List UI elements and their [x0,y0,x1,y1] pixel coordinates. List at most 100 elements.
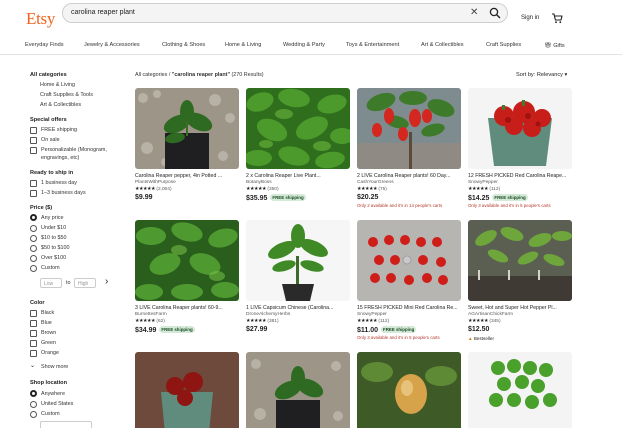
price-high-input[interactable]: High [74,278,96,288]
united-states-label[interactable]: United States [41,401,73,407]
anywhere-radio[interactable] [30,390,37,397]
product-title[interactable]: 3 LIVE Carolina Reaper plants! 60-9... [135,305,239,311]
personalizable-checkbox[interactable] [30,147,37,154]
price-submit-arrow-icon[interactable]: › [105,276,108,287]
over-100-label[interactable]: Over $100 [41,255,66,261]
color-blue-checkbox[interactable] [30,320,37,327]
shop-name[interactable]: AGArtisanChickFarm [468,312,513,317]
search-input[interactable]: carolina reaper plant [71,9,135,16]
color-green-label[interactable]: Green [41,340,56,346]
category-home-living[interactable]: Home & Living [40,82,75,88]
product-image[interactable] [357,220,461,301]
10-to-50-radio[interactable] [30,235,37,242]
over-100-radio[interactable] [30,255,37,262]
product-title[interactable]: 2 LIVE Carolina Reaper plants! 60 Day... [357,173,461,179]
color-green-checkbox[interactable] [30,340,37,347]
product-image[interactable] [246,88,350,169]
color-blue-label[interactable]: Blue [41,320,52,326]
shop-name[interactable]: PlantsWithPurpose [135,180,176,185]
search-icon[interactable] [488,6,502,20]
show-more-colors[interactable]: Show more [41,364,68,370]
shop-name[interactable]: SnowyPepper [357,312,387,317]
caret-down-icon[interactable]: ▾ [565,72,568,78]
custom-location-radio[interactable] [30,411,37,418]
product-image[interactable] [135,88,239,169]
custom-location-label[interactable]: Custom [41,411,60,417]
shop-name[interactable]: CashYourGreens [357,180,394,185]
10-to-50-label[interactable]: $10 to $50 [41,235,66,241]
clear-search-icon[interactable]: ✕ [470,7,478,19]
product-image[interactable] [246,220,350,301]
search-bar[interactable]: carolina reaper plant ✕ [62,3,508,23]
product-image[interactable] [135,220,239,301]
product-image[interactable] [135,352,239,428]
nav-toys[interactable]: Toys & Entertainment [346,42,399,48]
chevron-down-icon[interactable]: ⌄ [30,362,35,369]
on-sale-checkbox[interactable] [30,137,37,144]
color-orange-checkbox[interactable] [30,350,37,357]
free-shipping-label[interactable]: FREE shipping [41,127,77,133]
nav-wedding[interactable]: Wedding & Party [283,42,325,48]
product-image[interactable] [468,88,572,169]
nav-gifts[interactable]: 🎁︎ Gifts [544,42,565,49]
any-price-radio[interactable] [30,214,37,221]
shop-name[interactable]: SnowyPepper [468,180,498,185]
product-image[interactable] [468,352,572,428]
product-title[interactable]: Carolina Reaper pepper, 4in Potted ... [135,173,239,179]
price-low-input[interactable]: Low [40,278,62,288]
nav-jewelry[interactable]: Jewelry & Accessories [84,42,140,48]
anywhere-label[interactable]: Anywhere [41,391,65,397]
product-image[interactable] [468,220,572,301]
product-image[interactable] [357,352,461,428]
custom-price-radio[interactable] [30,265,37,272]
shop-name[interactable]: BurnettesFarm [135,312,167,317]
free-shipping-checkbox[interactable] [30,127,37,134]
category-art[interactable]: Art & Collectibles [40,102,81,108]
color-black-checkbox[interactable] [30,310,37,317]
category-craft-supplies[interactable]: Craft Supplies & Tools [40,92,93,98]
custom-price-label[interactable]: Custom [41,265,60,271]
etsy-logo[interactable]: Etsy [26,9,55,29]
shop-name[interactable]: BotanyBoss [246,180,272,185]
color-orange-label[interactable]: Orange [41,350,59,356]
bestseller-badge: ▲ Bestseller [468,336,494,341]
nav-everyday-finds[interactable]: Everyday Finds [25,42,64,48]
nav-art[interactable]: Art & Collectibles [421,42,464,48]
product-image[interactable] [246,352,350,428]
star-rating-icon: ★★★★★ [468,187,489,192]
cart-icon[interactable] [551,12,563,24]
sign-in-link[interactable]: Sign in [521,15,539,21]
personalizable-label[interactable]: Personalizable (Monogram, [41,147,107,153]
50-to-100-label[interactable]: $50 to $100 [41,245,69,251]
ship-1-3-days-label[interactable]: 1–3 business days [41,190,86,196]
united-states-radio[interactable] [30,401,37,408]
50-to-100-radio[interactable] [30,245,37,252]
any-price-label[interactable]: Any price [41,215,63,221]
on-sale-label[interactable]: On sale [41,137,60,143]
color-black-label[interactable]: Black [41,310,54,316]
ship-1-3-days-checkbox[interactable] [30,190,37,197]
custom-location-input[interactable] [40,421,92,428]
sort-dropdown[interactable]: Sort by: Relevancy ▾ [516,72,567,78]
under-10-label[interactable]: Under $10 [41,225,66,231]
shop-location-heading: Shop location [30,380,67,386]
all-categories-heading[interactable]: All categories [30,72,67,78]
ship-1-day-label[interactable]: 1 business day [41,180,77,186]
ship-1-day-checkbox[interactable] [30,180,37,187]
product-title[interactable]: 12 FRESH PICKED Red Carolina Reape... [468,173,572,179]
personalizable-label-cont[interactable]: engravings, etc) [41,155,79,161]
sort-label[interactable]: Sort by: Relevancy [516,72,563,78]
product-title[interactable]: 15 FRESH PICKED Mini Red Carolina Re... [357,305,461,311]
color-brown-label[interactable]: Brown [41,330,56,336]
product-title[interactable]: 2 x Carolina Reaper Live Plant... [246,173,350,179]
color-brown-checkbox[interactable] [30,330,37,337]
product-image[interactable] [357,88,461,169]
breadcrumb-all-categories[interactable]: All categories [135,72,167,78]
nav-home-living[interactable]: Home & Living [225,42,261,48]
nav-clothing[interactable]: Clothing & Shoes [162,42,205,48]
under-10-radio[interactable] [30,225,37,232]
shop-name[interactable]: DroneAlchemyHerbs [246,312,290,317]
product-title[interactable]: Sweet, Hot and Super Hot Pepper Pl... [468,305,572,311]
nav-craft[interactable]: Craft Supplies [486,42,521,48]
product-title[interactable]: 1 LIVE Capsicum Chinese (Carolina... [246,305,350,311]
